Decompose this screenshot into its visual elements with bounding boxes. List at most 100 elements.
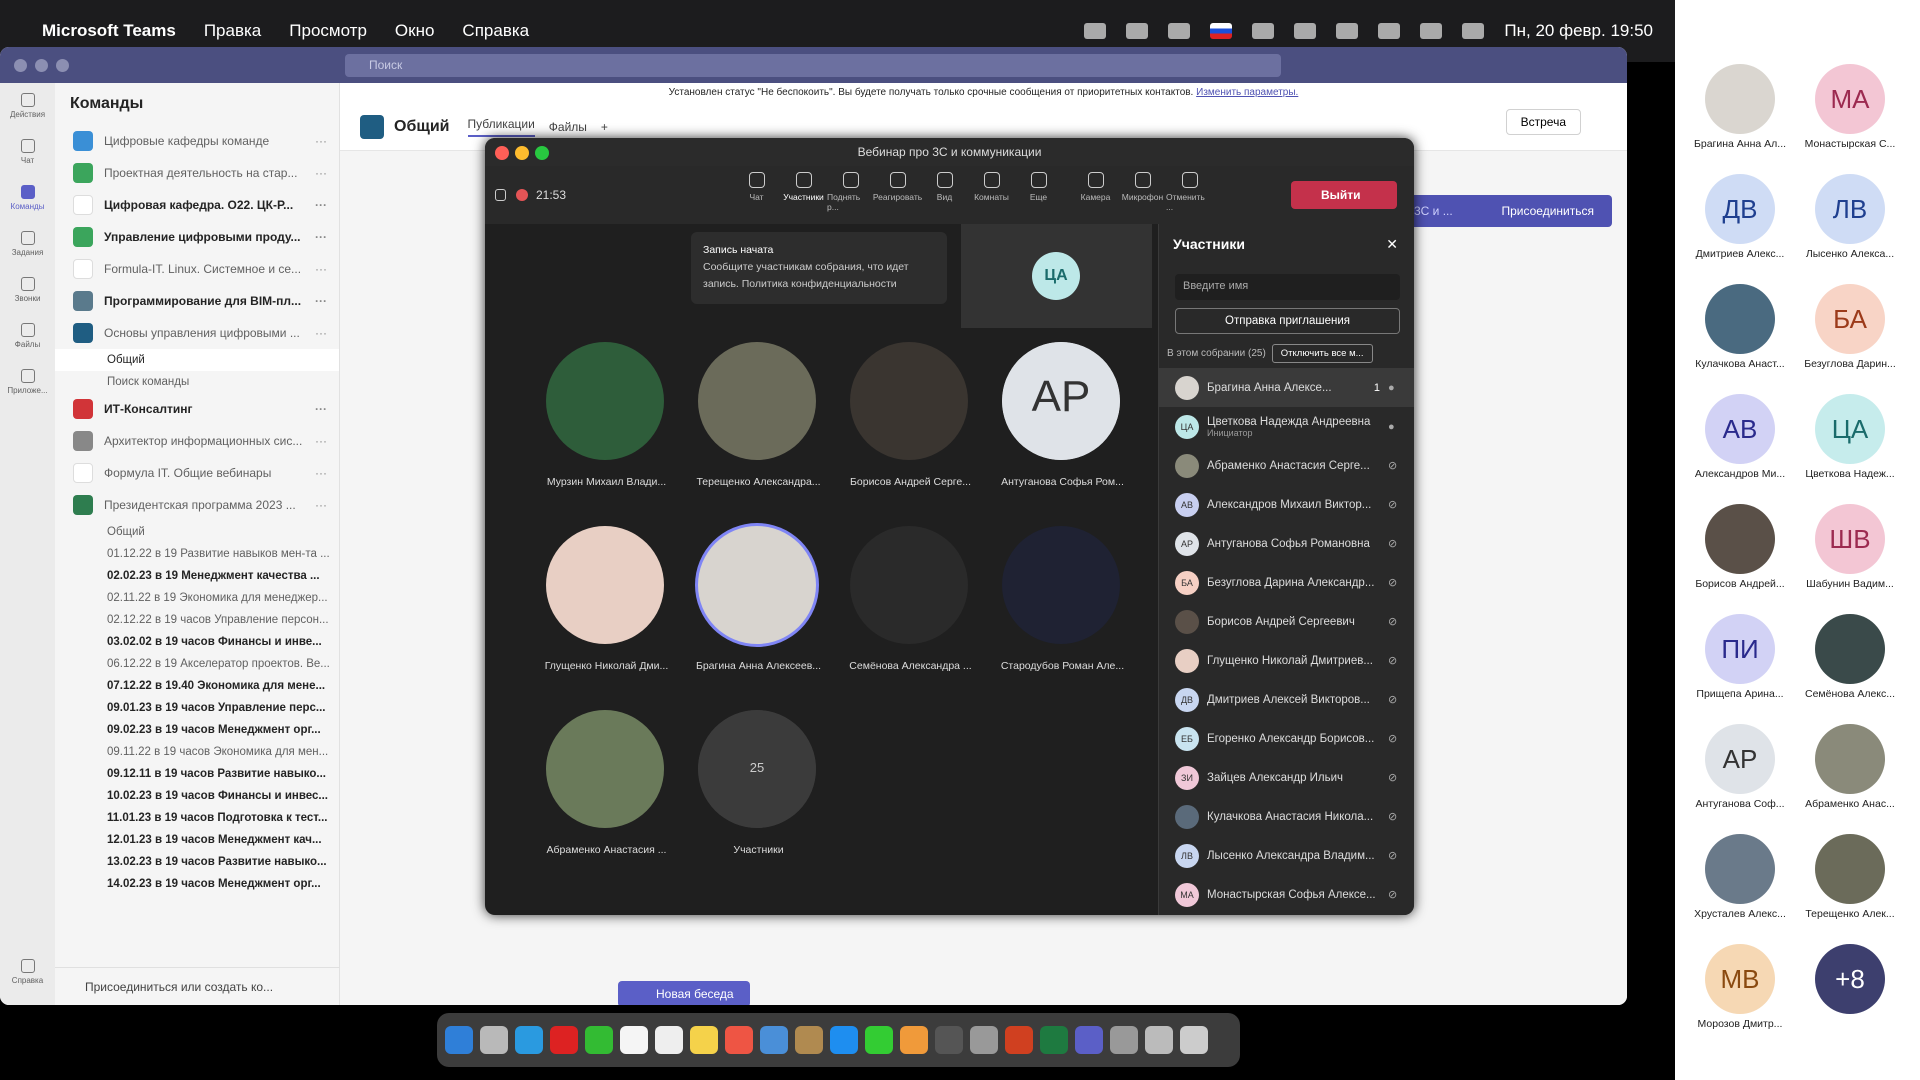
channel-item[interactable]: 11.01.23 в 19 часов Подготовка к тест...	[55, 807, 339, 829]
more-options-icon[interactable]: ···	[315, 498, 327, 512]
team-item[interactable]: Президентская программа 2023 ... ···	[55, 489, 339, 521]
rail-item-help[interactable]: Справка	[0, 949, 55, 995]
dock-app-icon[interactable]	[1005, 1026, 1033, 1054]
mute-all-button[interactable]: Отключить все м...	[1271, 343, 1373, 363]
dock-app-icon[interactable]	[480, 1026, 508, 1054]
participant-tile[interactable]: Борисов Андрей Серге...	[823, 342, 973, 502]
user-icon[interactable]	[1378, 23, 1401, 39]
control-center-icon[interactable]	[1462, 23, 1485, 39]
toolbar-raise-hand-button[interactable]: Поднять р...	[827, 172, 874, 212]
volume-icon[interactable]	[1168, 23, 1191, 39]
rail-item-file[interactable]: Файлы	[0, 313, 55, 359]
toolbar-microphone-button[interactable]: Микрофон	[1119, 172, 1166, 212]
close-icon[interactable]: ✕	[1386, 236, 1398, 253]
participant-row[interactable]: МА Монастырская Софья Алексе... ⊘	[1159, 875, 1414, 914]
gallery-tile[interactable]: Абраменко Анас...	[1795, 716, 1905, 826]
dock-app-icon[interactable]	[585, 1026, 613, 1054]
dock-app-icon[interactable]	[445, 1026, 473, 1054]
dock-app-icon[interactable]	[1075, 1026, 1103, 1054]
gallery-tile[interactable]: АР Антуганова Соф...	[1685, 716, 1795, 826]
channel-item[interactable]: 12.01.23 в 19 часов Менеджмент кач...	[55, 829, 339, 851]
participant-row[interactable]: Брагина Анна Алексе... 1 ●	[1159, 368, 1414, 407]
more-options-icon[interactable]: ···	[315, 198, 327, 212]
toolbar-rooms-button[interactable]: Комнаты	[968, 172, 1015, 212]
dock-app-icon[interactable]	[1040, 1026, 1068, 1054]
dock-app-icon[interactable]	[970, 1026, 998, 1054]
rail-item-chat[interactable]: Чат	[0, 129, 55, 175]
gallery-tile[interactable]: Борисов Андрей...	[1685, 496, 1795, 606]
participant-row[interactable]: ЦА Цветкова Надежда Андреевна Инициатор ●	[1159, 407, 1414, 446]
toolbar-camera-button[interactable]: Камера	[1072, 172, 1119, 212]
team-item[interactable]: ИТ-Консалтинг ···	[55, 393, 339, 425]
channel-item[interactable]: 02.12.22 в 19 часов Управление персон...	[55, 609, 339, 631]
gallery-tile[interactable]: БА Безуглова Дарин...	[1795, 276, 1905, 386]
gallery-tile[interactable]: Кулачкова Анаст...	[1685, 276, 1795, 386]
channel-item[interactable]: 02.02.23 в 19 Менеджмент качества ...	[55, 565, 339, 587]
team-item[interactable]: Цифровая кафедра. О22. ЦК-Р... ···	[55, 189, 339, 221]
dropbox-icon[interactable]	[1084, 23, 1107, 39]
toolbar-view-button[interactable]: Вид	[921, 172, 968, 212]
menubar-item[interactable]: Окно	[395, 21, 435, 41]
gallery-tile[interactable]: Терещенко Алек...	[1795, 826, 1905, 936]
change-settings-link[interactable]: Изменить параметры.	[1196, 87, 1298, 98]
window-minimize-button[interactable]	[35, 58, 48, 72]
participant-row[interactable]: ЗИ Зайцев Александр Ильич ⊘	[1159, 758, 1414, 797]
gallery-tile[interactable]: +8	[1795, 936, 1905, 1046]
participant-tile[interactable]: Стародубов Роман Але...	[975, 526, 1125, 686]
channel-item[interactable]: Общий	[55, 349, 339, 371]
dock-app-icon[interactable]	[550, 1026, 578, 1054]
dock-app-icon[interactable]	[1180, 1026, 1208, 1054]
more-options-icon[interactable]: ···	[315, 294, 327, 308]
window-zoom-button[interactable]	[56, 58, 69, 72]
rail-item-teams[interactable]: Команды	[0, 175, 55, 221]
gallery-tile[interactable]: МВ Морозов Дмитр...	[1685, 936, 1795, 1046]
gallery-tile[interactable]: Семёнова Алекс...	[1795, 606, 1905, 716]
menubar-item[interactable]: Справка	[462, 21, 529, 41]
team-item[interactable]: Управление цифровыми проду... ···	[55, 221, 339, 253]
channel-item[interactable]: Поиск команды	[55, 371, 339, 393]
channel-item[interactable]: 01.12.22 в 19 Развитие навыков мен-та ..…	[55, 543, 339, 565]
team-item[interactable]: Formula-IT. Linux. Системное и се... ···	[55, 253, 339, 285]
input-language-flag-icon[interactable]	[1210, 23, 1233, 39]
rail-item-phone[interactable]: Звонки	[0, 267, 55, 313]
menubar-app-name[interactable]: Microsoft Teams	[42, 21, 176, 41]
gallery-tile[interactable]: Хрусталев Алекс...	[1685, 826, 1795, 936]
participant-row[interactable]: ЛВ Лысенко Александра Владим... ⊘	[1159, 836, 1414, 875]
channel-item[interactable]: 13.02.23 в 19 часов Развитие навыко...	[55, 851, 339, 873]
dock-app-icon[interactable]	[760, 1026, 788, 1054]
channel-item[interactable]: 09.01.23 в 19 часов Управление перс...	[55, 697, 339, 719]
meeting-zoom-button[interactable]	[535, 146, 549, 160]
toolbar-share-button[interactable]: Отменить ...	[1166, 172, 1213, 212]
dock-app-icon[interactable]	[515, 1026, 543, 1054]
bluetooth-icon[interactable]	[1252, 23, 1275, 39]
gallery-tile[interactable]: ШВ Шабунин Вадим...	[1795, 496, 1905, 606]
menubar-clock[interactable]: Пн, 20 февр. 19:50	[1504, 21, 1653, 41]
channel-item[interactable]: 09.12.11 в 19 часов Развитие навыко...	[55, 763, 339, 785]
in-meeting-section[interactable]: В этом собрании (25) Отключить все м...	[1159, 338, 1414, 368]
team-item[interactable]: Цифровые кафедры команде ···	[55, 125, 339, 157]
self-video-tile[interactable]: ЦА	[961, 224, 1152, 328]
dock-app-icon[interactable]	[830, 1026, 858, 1054]
team-item[interactable]: Программирование для BIM-пл... ···	[55, 285, 339, 317]
join-meeting-button[interactable]: Присоединиться	[1501, 204, 1594, 218]
participant-tile[interactable]: Глущенко Николай Дми...	[519, 526, 669, 686]
channel-item[interactable]: 10.02.23 в 19 часов Финансы и инвес...	[55, 785, 339, 807]
toolbar-people-button[interactable]: Участники	[780, 172, 827, 212]
participant-row[interactable]: ЕБ Егоренко Александр Борисов... ⊘	[1159, 719, 1414, 758]
tab-posts[interactable]: Публикации	[467, 117, 535, 137]
dock-app-icon[interactable]	[1110, 1026, 1138, 1054]
rail-item-bell[interactable]: Действия	[0, 83, 55, 129]
channel-item[interactable]: 14.02.23 в 19 часов Менеджмент орг...	[55, 873, 339, 895]
more-options-icon[interactable]: ···	[315, 262, 327, 276]
toolbar-more-button[interactable]: Еще	[1015, 172, 1062, 212]
more-options-icon[interactable]: ···	[315, 326, 327, 340]
participant-row[interactable]: АР Антуганова Софья Романовна ⊘	[1159, 524, 1414, 563]
channel-item[interactable]: 06.12.22 в 19 Акселератор проектов. Ве..…	[55, 653, 339, 675]
menubar-item[interactable]: Просмотр	[289, 21, 367, 41]
team-item[interactable]: Основы управления цифровыми ... ···	[55, 317, 339, 349]
more-options-icon[interactable]: ···	[315, 230, 327, 244]
channel-item[interactable]: 07.12.22 в 19.40 Экономика для мене...	[55, 675, 339, 697]
participant-row[interactable]: Борисов Андрей Сергеевич ⊘	[1159, 602, 1414, 641]
participant-tile[interactable]: Абраменко Анастасия ...	[519, 710, 669, 870]
team-item[interactable]: Формула IT. Общие вебинары ···	[55, 457, 339, 489]
